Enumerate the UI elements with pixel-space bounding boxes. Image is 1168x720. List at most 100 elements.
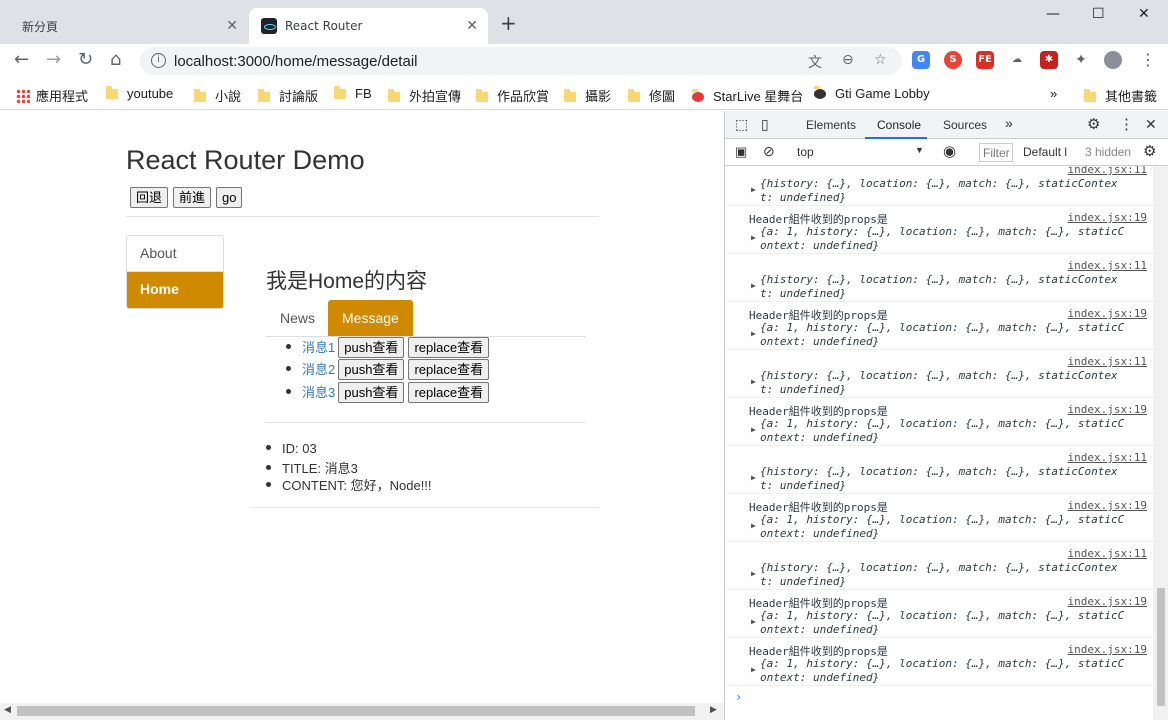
forward-button[interactable]: 前進	[173, 187, 212, 208]
scroll-left-icon[interactable]: ◀	[4, 705, 11, 715]
source-link[interactable]: index.jsx:19	[1068, 643, 1147, 656]
source-link[interactable]: index.jsx:19	[1068, 499, 1147, 512]
bookmark-youtube[interactable]: youtube	[106, 86, 173, 101]
tab-elements[interactable]: Elements	[806, 118, 856, 132]
source-link[interactable]: index.jsx:11	[1068, 547, 1147, 560]
source-link[interactable]: index.jsx:19	[1068, 307, 1147, 320]
log-object-line[interactable]: ontext: undefined}	[760, 335, 879, 349]
log-levels-select[interactable]: Default l	[1023, 145, 1067, 159]
log-object-line[interactable]: ontext: undefined}	[760, 239, 879, 253]
forward-icon[interactable]: →	[46, 50, 61, 70]
s-extension-icon[interactable]: S	[944, 51, 962, 69]
log-object-line[interactable]: ontext: undefined}	[760, 623, 879, 637]
log-object-line[interactable]: {a: 1, history: {…}, location: {…}, matc…	[760, 225, 1124, 239]
log-object-line[interactable]: t: undefined}	[760, 191, 846, 205]
tab-react-router[interactable]: React Router ✕	[249, 8, 488, 44]
log-object-line[interactable]: ontext: undefined}	[760, 527, 879, 541]
log-object-line[interactable]: {history: {…}, location: {…}, match: {…}…	[760, 369, 1118, 383]
vertical-scrollbar[interactable]	[1153, 166, 1168, 720]
source-link[interactable]: index.jsx:19	[1068, 595, 1147, 608]
log-object-line[interactable]: {history: {…}, location: {…}, match: {…}…	[760, 273, 1118, 287]
log-object-line[interactable]: t: undefined}	[760, 479, 846, 493]
back-button[interactable]: 回退	[130, 187, 169, 208]
expand-caret-icon[interactable]: ▶	[751, 329, 756, 338]
log-object-line[interactable]: {a: 1, history: {…}, location: {…}, matc…	[760, 657, 1124, 671]
go-button[interactable]: go	[216, 187, 243, 208]
bookmark-gallery[interactable]: 作品欣賞	[476, 86, 549, 105]
message-link[interactable]: 消息2	[302, 362, 335, 377]
zoom-icon[interactable]: ⊖	[842, 52, 854, 68]
red-extension-icon[interactable]: ✱	[1040, 51, 1058, 69]
expand-caret-icon[interactable]: ▶	[751, 521, 756, 530]
device-toolbar-icon[interactable]: ▯	[761, 116, 769, 133]
source-link[interactable]: index.jsx:11	[1068, 451, 1147, 464]
devtools-menu-icon[interactable]: ⋮	[1119, 115, 1134, 133]
expand-caret-icon[interactable]: ▶	[751, 281, 756, 290]
scroll-right-icon[interactable]: ▶	[710, 705, 717, 715]
translate-icon[interactable]: 文	[808, 52, 822, 72]
translate-extension-icon[interactable]: G	[912, 51, 930, 69]
fe-extension-icon[interactable]: FE	[976, 51, 994, 69]
bookmark-other[interactable]: 其他書籤	[1084, 86, 1157, 105]
eye-icon[interactable]: ◉	[943, 142, 956, 160]
bookmark-apps[interactable]: 應用程式	[16, 86, 88, 105]
tab-news[interactable]: News	[266, 300, 329, 336]
horizontal-scrollbar[interactable]: ◀ ▶	[0, 703, 724, 720]
log-object-line[interactable]: {history: {…}, location: {…}, match: {…}…	[760, 561, 1118, 575]
close-tab-icon[interactable]: ✕	[466, 18, 478, 34]
push-button[interactable]: push查看	[338, 359, 405, 380]
expand-caret-icon[interactable]: ▶	[751, 617, 756, 626]
console-settings-icon[interactable]: ⚙	[1143, 142, 1156, 160]
extensions-puzzle-icon[interactable]: ✦	[1072, 51, 1090, 69]
inspect-icon[interactable]: ⬚	[735, 116, 748, 133]
filter-input[interactable]: Filter	[979, 143, 1013, 162]
message-link[interactable]: 消息3	[302, 385, 335, 400]
expand-caret-icon[interactable]: ▶	[751, 185, 756, 194]
message-link[interactable]: 消息1	[302, 340, 335, 355]
log-object-line[interactable]: {a: 1, history: {…}, location: {…}, matc…	[760, 609, 1124, 623]
bookmark-retouch[interactable]: 修圖	[628, 86, 675, 105]
replace-button[interactable]: replace查看	[408, 337, 490, 358]
close-window-icon[interactable]: ✕	[1138, 6, 1150, 22]
tab-sources[interactable]: Sources	[943, 118, 987, 132]
context-select[interactable]: top ▼	[791, 143, 929, 162]
log-object-line[interactable]: {history: {…}, location: {…}, match: {…}…	[760, 465, 1118, 479]
log-object-line[interactable]: t: undefined}	[760, 575, 846, 589]
bookmark-fb[interactable]: FB	[334, 86, 372, 101]
bookmark-gti[interactable]: Gti Game Lobby	[814, 86, 930, 101]
tab-console[interactable]: Console	[877, 118, 921, 132]
more-menu-icon[interactable]: ⋮	[1140, 50, 1156, 70]
log-object-line[interactable]: {a: 1, history: {…}, location: {…}, matc…	[760, 417, 1124, 431]
sidebar-item-home[interactable]: Home	[127, 272, 223, 308]
log-object-line[interactable]: {a: 1, history: {…}, location: {…}, matc…	[760, 513, 1124, 527]
minimize-icon[interactable]: —	[1046, 6, 1060, 22]
console-prompt-icon[interactable]: ›	[735, 690, 742, 704]
bookmark-outdoor-shoot[interactable]: 外拍宣傳	[388, 86, 461, 105]
log-object-line[interactable]: {history: {…}, location: {…}, match: {…}…	[760, 177, 1118, 191]
bookmark-forum[interactable]: 討論版	[258, 86, 318, 105]
push-button[interactable]: push查看	[338, 382, 405, 403]
new-tab-icon[interactable]: +	[500, 13, 517, 33]
log-object-line[interactable]: ontext: undefined}	[760, 671, 879, 685]
bookmark-novel[interactable]: 小說	[194, 86, 241, 105]
expand-caret-icon[interactable]: ▶	[751, 233, 756, 242]
tab-message[interactable]: Message	[328, 300, 413, 336]
log-object-line[interactable]: {a: 1, history: {…}, location: {…}, matc…	[760, 321, 1124, 335]
settings-gear-icon[interactable]: ⚙	[1087, 115, 1100, 133]
home-icon[interactable]: ⌂	[110, 50, 121, 70]
address-bar[interactable]: i localhost:3000/home/message/detail 文 ⊖…	[140, 47, 902, 75]
tab-new-tab[interactable]: 新分頁 ✕	[8, 8, 248, 44]
cloud-extension-icon[interactable]: ☁	[1008, 51, 1026, 69]
log-object-line[interactable]: ontext: undefined}	[760, 431, 879, 445]
info-icon[interactable]: i	[151, 53, 166, 68]
more-tabs-icon[interactable]: »	[1005, 115, 1013, 131]
expand-caret-icon[interactable]: ▶	[751, 425, 756, 434]
bookmarks-overflow-icon[interactable]: »	[1050, 86, 1057, 101]
back-icon[interactable]: ←	[14, 50, 29, 70]
close-devtools-icon[interactable]: ✕	[1145, 116, 1157, 133]
reload-icon[interactable]: ↻	[78, 50, 93, 70]
url-text[interactable]: localhost:3000/home/message/detail	[174, 53, 418, 70]
bookmark-starlive[interactable]: StarLive 星舞台	[692, 86, 803, 105]
close-tab-icon[interactable]: ✕	[226, 18, 238, 34]
log-object-line[interactable]: t: undefined}	[760, 383, 846, 397]
